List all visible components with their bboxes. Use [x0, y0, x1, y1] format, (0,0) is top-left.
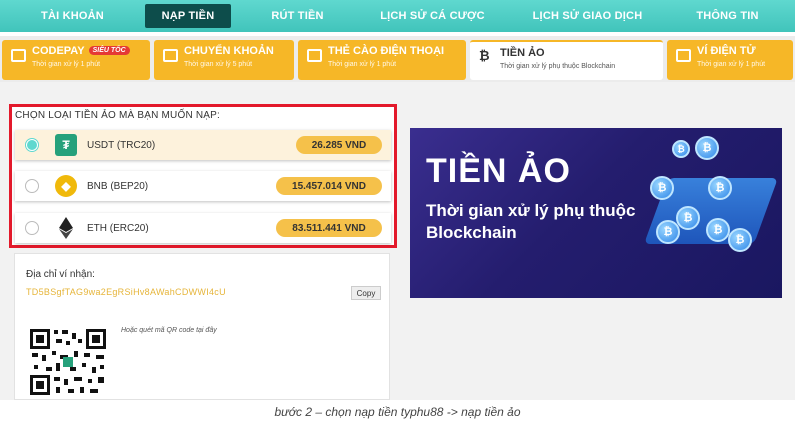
tab-subtitle: Thời gian xử lý phụ thuộc Blockchain	[500, 63, 616, 70]
tab-subtitle: Thời gian xử lý 1 phút	[328, 61, 397, 68]
tab-title: VÍ ĐIỆN TỬ	[697, 45, 756, 57]
card-icon	[307, 49, 322, 62]
tab-the-cao[interactable]: THẺ CÀO ĐIỆN THOẠI Thời gian xử lý 1 phú…	[298, 40, 466, 80]
nav-item-rut-tien[interactable]: RÚT TIỀN	[250, 10, 345, 22]
crypto-prompt: CHỌN LOẠI TIỀN ẢO MÀ BẠN MUỐN NẠP:	[15, 110, 220, 121]
copy-button[interactable]: Copy	[351, 286, 381, 300]
tab-chuyen-khoan[interactable]: CHUYỂN KHOẢN Thời gian xử lý 5 phút	[154, 40, 294, 80]
tab-codepay[interactable]: CODEPAY SIÊU TỐC Thời gian xử lý 1 phút	[2, 40, 150, 80]
wallet-address-panel: Địa chỉ ví nhận: TD5BSgfTAG9wa2EgRSiHv8A…	[14, 253, 390, 400]
deposit-method-tabs: CODEPAY SIÊU TỐC Thời gian xử lý 1 phút C…	[0, 36, 795, 82]
tab-vi-dien-tu[interactable]: VÍ ĐIỆN TỬ Thời gian xử lý 1 phút	[667, 40, 793, 80]
bitcoin-icon: ₿	[695, 136, 719, 160]
wallet-icon	[676, 49, 691, 62]
crypto-selection-panel: CHỌN LOẠI TIỀN ẢO MÀ BẠN MUỐN NẠP: ₮ USD…	[9, 104, 397, 248]
crypto-option-bnb[interactable]: ◆ BNB (BEP20) 15.457.014 VND	[15, 171, 391, 201]
tab-title: TIỀN ẢO	[500, 47, 545, 59]
wallet-address-label: Địa chỉ ví nhận:	[26, 269, 95, 280]
qr-code	[28, 327, 108, 397]
nav-item-nap-tien[interactable]: NẠP TIỀN	[145, 4, 231, 28]
tab-subtitle: Thời gian xử lý 1 phút	[697, 61, 766, 68]
nav-item-thong-tin[interactable]: THÔNG TIN	[680, 10, 775, 22]
tab-title: CHUYỂN KHOẢN	[184, 45, 274, 57]
tab-subtitle: Thời gian xử lý 1 phút	[32, 61, 101, 68]
bitcoin-icon: ₿	[706, 218, 730, 242]
fast-badge: SIÊU TỐC	[88, 46, 130, 55]
qr-hint: Hoặc quét mã QR code tại đây	[121, 327, 217, 334]
crypto-amount: 83.511.441 VND	[276, 219, 382, 237]
bitcoin-icon: ₿	[708, 176, 732, 200]
banner-subtitle: Thời gian xử lý phụ thuộc Blockchain	[426, 201, 636, 242]
radio-usdt[interactable]	[25, 138, 39, 152]
tab-subtitle: Thời gian xử lý 5 phút	[184, 61, 253, 68]
crypto-banner: ₿ ₿ ₿ ₿ ₿ ₿ ₿ ₿ TIỀN ẢO Thời gian xử lý …	[410, 128, 782, 298]
bitcoin-icon: ₿	[650, 176, 674, 200]
bnb-icon: ◆	[55, 175, 77, 197]
nav-item-tai-khoan[interactable]: TÀI KHOẢN	[10, 10, 135, 22]
image-caption: bước 2 – chọn nạp tiền typhu88 -> nạp ti…	[274, 405, 521, 419]
tether-icon: ₮	[55, 134, 77, 156]
bitcoin-icon: ₿	[728, 228, 752, 252]
crypto-amount: 15.457.014 VND	[276, 177, 382, 195]
top-nav: TÀI KHOẢN NẠP TIỀN RÚT TIỀN LỊCH SỬ CÁ C…	[0, 0, 795, 32]
bitcoin-icon: ₿	[479, 48, 490, 63]
radio-bnb[interactable]	[25, 179, 39, 193]
radio-eth[interactable]	[25, 221, 39, 235]
crypto-amount: 26.285 VND	[296, 136, 382, 154]
tab-title: THẺ CÀO ĐIỆN THOẠI	[328, 45, 445, 57]
crypto-name: ETH (ERC20)	[87, 222, 149, 234]
nav-item-lich-su-giao-dich[interactable]: LỊCH SỬ GIAO DỊCH	[525, 10, 650, 22]
bank-icon	[163, 49, 178, 62]
tab-title: CODEPAY	[32, 45, 85, 57]
crypto-option-eth[interactable]: ETH (ERC20) 83.511.441 VND	[15, 213, 391, 243]
ethereum-icon	[55, 217, 77, 239]
codepay-icon	[11, 49, 26, 62]
banner-title: TIỀN ẢO	[426, 152, 571, 190]
nav-item-lich-su-ca-cuoc[interactable]: LỊCH SỬ CÁ CƯỢC	[370, 10, 495, 22]
wallet-address-value[interactable]: TD5BSgfTAG9wa2EgRSiHv8AWahCDWWI4cU	[26, 287, 226, 297]
crypto-name: BNB (BEP20)	[87, 180, 149, 192]
bitcoin-icon: ₿	[672, 140, 690, 158]
bitcoin-icon: ₿	[676, 206, 700, 230]
crypto-option-usdt[interactable]: ₮ USDT (TRC20) 26.285 VND	[15, 130, 391, 160]
tab-tien-ao[interactable]: ₿ TIỀN ẢO Thời gian xử lý phụ thuộc Bloc…	[470, 40, 663, 80]
crypto-name: USDT (TRC20)	[87, 139, 156, 151]
